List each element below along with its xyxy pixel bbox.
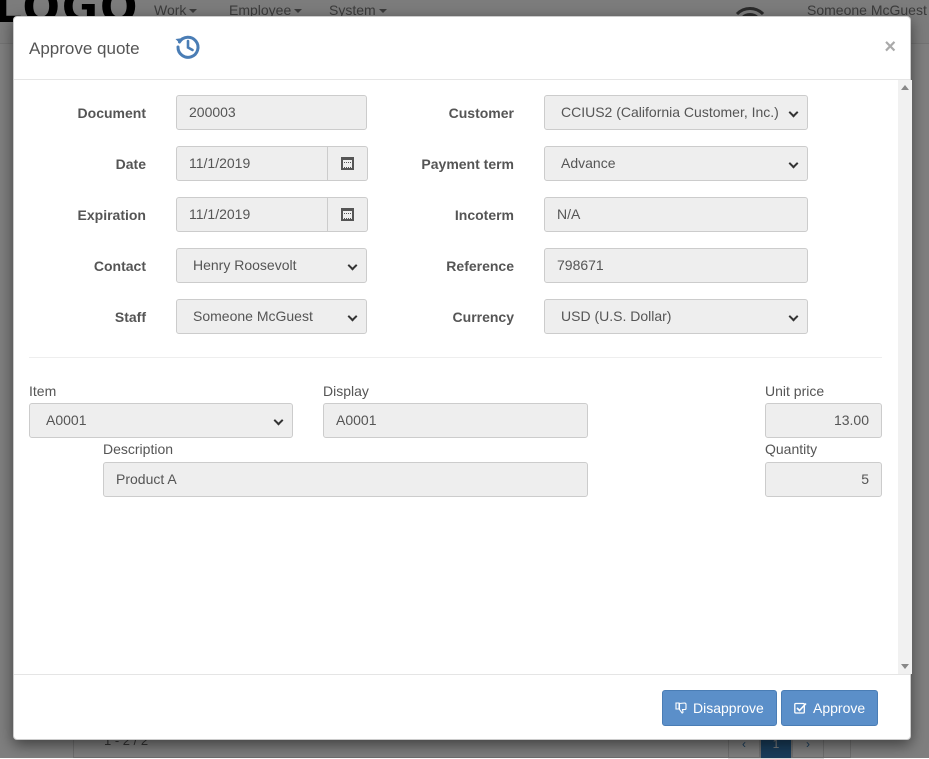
chevron-down-icon	[788, 107, 799, 118]
currency-select[interactable]: USD (U.S. Dollar)	[544, 299, 808, 334]
scroll-up-icon[interactable]	[901, 85, 909, 90]
chevron-down-icon	[347, 311, 358, 322]
modal-body: Document 200003 Date 11/1/2019 Expiratio…	[14, 80, 912, 674]
customer-select[interactable]: CCIUS2 (California Customer, Inc.)	[544, 95, 808, 130]
quantity-label: Quantity	[765, 441, 818, 457]
contact-label: Contact	[93, 258, 146, 274]
disapprove-label: Disapprove	[693, 700, 764, 716]
document-field[interactable]: 200003	[176, 95, 367, 130]
date-field[interactable]: 11/1/2019	[176, 146, 328, 181]
close-button[interactable]: ×	[884, 37, 896, 57]
description-field[interactable]: Product A	[103, 462, 588, 497]
modal-title: Approve quote	[29, 39, 140, 58]
disapprove-button[interactable]: Disapprove	[662, 690, 777, 726]
approve-label: Approve	[813, 700, 866, 716]
chevron-down-icon	[788, 158, 799, 169]
contact-select[interactable]: Henry Roosevolt	[176, 248, 367, 283]
currency-value: USD (U.S. Dollar)	[561, 308, 672, 324]
date-label: Date	[115, 156, 146, 172]
document-label: Document	[77, 105, 146, 121]
staff-select[interactable]: Someone McGuest	[176, 299, 367, 334]
scroll-down-icon[interactable]	[901, 664, 909, 669]
expiration-field[interactable]: 11/1/2019	[176, 197, 328, 232]
payment-term-select[interactable]: Advance	[544, 146, 808, 181]
quantity-field[interactable]: 5	[765, 462, 882, 497]
contact-value: Henry Roosevolt	[193, 257, 297, 273]
chevron-down-icon	[273, 415, 284, 426]
date-picker-button[interactable]	[328, 146, 368, 181]
unit-price-field[interactable]: 13.00	[765, 403, 882, 438]
expiration-label: Expiration	[77, 207, 146, 223]
staff-label: Staff	[114, 309, 146, 325]
approve-button[interactable]: Approve	[781, 690, 879, 726]
description-label: Description	[103, 441, 174, 457]
modal-header: Approve quote ×	[14, 17, 910, 80]
currency-label: Currency	[452, 309, 514, 325]
display-field[interactable]: A0001	[323, 403, 588, 438]
payment-term-value: Advance	[561, 155, 616, 171]
incoterm-label: Incoterm	[454, 207, 514, 223]
modal-scrollbar[interactable]	[898, 80, 912, 674]
item-select[interactable]: A0001	[29, 403, 293, 438]
unit-price-label: Unit price	[765, 383, 825, 399]
check-square-icon	[794, 702, 807, 714]
payment-term-label: Payment term	[421, 156, 514, 172]
calendar-icon	[341, 157, 354, 170]
calendar-icon	[341, 208, 354, 221]
chevron-down-icon	[788, 311, 799, 322]
item-value: A0001	[46, 412, 87, 428]
chevron-down-icon	[347, 260, 358, 271]
thumbs-down-icon	[675, 702, 687, 714]
section-divider	[29, 357, 882, 358]
staff-value: Someone McGuest	[193, 308, 313, 324]
customer-value: CCIUS2 (California Customer, Inc.)	[561, 104, 779, 120]
history-icon[interactable]	[174, 33, 202, 61]
expiration-picker-button[interactable]	[328, 197, 368, 232]
reference-label: Reference	[446, 258, 514, 274]
item-label: Item	[29, 383, 57, 399]
customer-label: Customer	[448, 105, 514, 121]
modal-footer: Disapprove Approve	[14, 674, 910, 741]
approve-quote-dialog: Approve quote × Document 200003 Date 11/…	[13, 16, 912, 741]
display-label: Display	[323, 383, 369, 399]
reference-field[interactable]: 798671	[544, 248, 808, 283]
incoterm-field[interactable]: N/A	[544, 197, 808, 232]
